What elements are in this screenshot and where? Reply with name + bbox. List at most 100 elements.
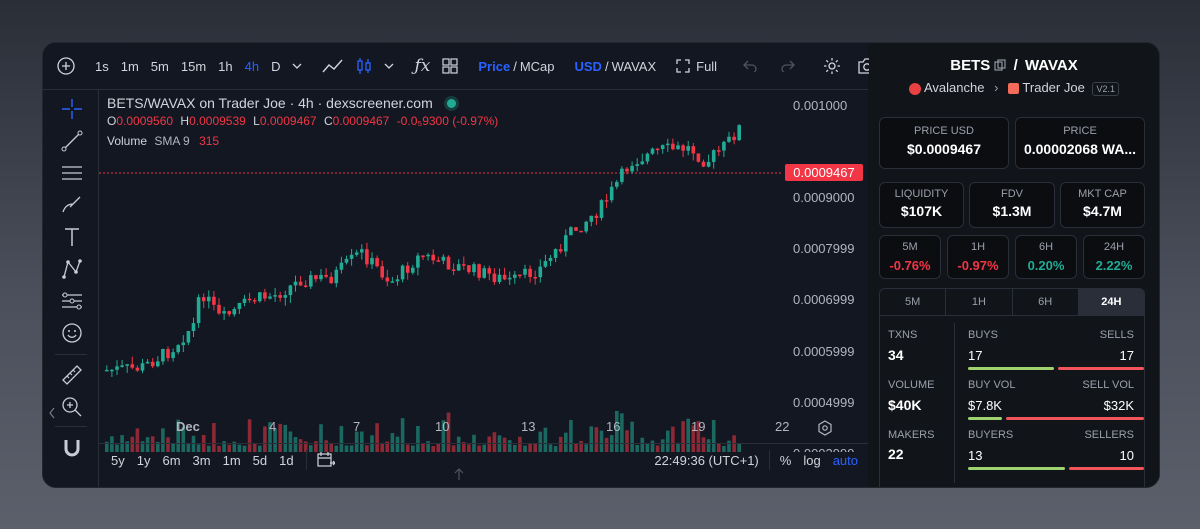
redo-icon[interactable] — [769, 43, 807, 89]
clock[interactable]: 22:49:36 (UTC+1) — [654, 453, 758, 468]
calendar-icon[interactable] — [316, 451, 336, 470]
time-axis[interactable]: Dec 4 7 10 13 16 19 22 — [99, 417, 789, 443]
candle — [105, 369, 109, 372]
price-axis[interactable]: 0.001000 0.0009000 0.0007999 0.0006999 0… — [783, 90, 868, 452]
sellers-label: SELLERS — [1084, 429, 1134, 441]
buy-vol-label: BUY VOL — [968, 379, 1016, 391]
candle — [227, 311, 231, 315]
range-5d[interactable]: 5d — [253, 453, 267, 468]
base-token[interactable]: BETS — [950, 57, 990, 74]
mktcap-card: MKT CAP $4.7M — [1060, 182, 1145, 228]
layouts-icon[interactable] — [436, 43, 464, 89]
horizontal-lines-icon[interactable] — [61, 162, 83, 184]
log-toggle[interactable]: log — [803, 453, 820, 468]
candle — [232, 308, 237, 315]
range-3m[interactable]: 3m — [193, 453, 211, 468]
time-tick: Dec — [176, 419, 200, 434]
candle — [727, 136, 731, 142]
candle — [620, 168, 624, 182]
candle — [523, 268, 527, 275]
time-tick: 22 — [775, 419, 790, 434]
price-usd-label: PRICE USD — [914, 125, 974, 137]
range-6m[interactable]: 6m — [162, 453, 180, 468]
tab-5m[interactable]: 5M — [880, 289, 947, 315]
current-price-badge: 0.0009467 — [785, 164, 863, 181]
candle — [492, 273, 497, 283]
trend-line-icon[interactable] — [61, 130, 83, 152]
resize-handle-icon[interactable] — [453, 467, 465, 486]
mktcap-value: $4.7M — [1083, 203, 1122, 219]
range-1y[interactable]: 1y — [137, 453, 151, 468]
undo-icon[interactable] — [731, 43, 769, 89]
candle — [615, 181, 619, 187]
candle — [507, 277, 512, 280]
dex-name[interactable]: Trader Joe — [1022, 80, 1084, 95]
interval-1m[interactable]: 1m — [115, 43, 145, 89]
interval-5m[interactable]: 5m — [145, 43, 175, 89]
pattern-icon[interactable] — [61, 258, 83, 280]
version-badge: V2.1 — [1092, 81, 1119, 96]
interval-1h[interactable]: 1h — [212, 43, 238, 89]
candle — [242, 298, 247, 303]
candle — [660, 145, 665, 150]
candle — [722, 141, 726, 151]
fdv-label: FDV — [1001, 188, 1023, 200]
wavax-option[interactable]: WAVAX — [612, 59, 657, 74]
price-option[interactable]: Price — [478, 59, 510, 74]
ohlc-legend: O0.0009560 H0.0009539 L0.0009467 C0.0009… — [107, 114, 498, 128]
currency-toggle[interactable]: USD / WAVAX — [569, 43, 663, 89]
candles-icon[interactable] — [350, 43, 378, 89]
interval-1s[interactable]: 1s — [89, 43, 115, 89]
add-symbol-icon[interactable] — [43, 43, 81, 89]
candle — [676, 145, 680, 150]
range-1d[interactable]: 1d — [279, 453, 293, 468]
candle — [380, 266, 384, 278]
ruler-icon[interactable] — [61, 364, 83, 386]
line-chart-icon[interactable] — [316, 43, 350, 89]
tab-6h[interactable]: 6H — [1013, 289, 1079, 315]
percent-toggle[interactable]: % — [780, 453, 792, 468]
candle — [309, 275, 313, 287]
liquidity-label: LIQUIDITY — [894, 188, 949, 200]
change-5m-card[interactable]: 5M -0.76% — [879, 235, 941, 279]
interval-15m[interactable]: 15m — [175, 43, 212, 89]
candle — [207, 296, 211, 302]
chevron-down-icon[interactable] — [286, 43, 308, 89]
magnet-icon[interactable] — [61, 437, 83, 459]
chain-name[interactable]: Avalanche — [924, 80, 984, 95]
crosshair-icon[interactable] — [61, 98, 83, 120]
change-1h-card[interactable]: 1H -0.97% — [947, 235, 1009, 279]
interval-d[interactable]: D — [265, 43, 286, 89]
range-5y[interactable]: 5y — [111, 453, 125, 468]
auto-toggle[interactable]: auto — [833, 453, 858, 468]
change-24h-card[interactable]: 24H 2.22% — [1083, 235, 1145, 279]
interval-4h[interactable]: 4h — [239, 43, 265, 89]
tab-24h[interactable]: 24H — [1078, 289, 1144, 315]
price-mcap-toggle[interactable]: Price / MCap — [472, 43, 560, 89]
mcap-option[interactable]: MCap — [520, 59, 555, 74]
fullscreen-button[interactable]: Full — [670, 43, 723, 89]
indicators-icon[interactable]: ƒx — [408, 43, 436, 89]
candle — [579, 230, 583, 233]
collapse-toolbar-icon[interactable] — [47, 406, 57, 420]
gear-icon[interactable] — [815, 43, 849, 89]
low-value: 0.0009467 — [259, 114, 317, 128]
tab-1h[interactable]: 1H — [946, 289, 1013, 315]
divider — [954, 323, 955, 483]
candle — [472, 264, 476, 273]
candle — [273, 295, 277, 297]
usd-option[interactable]: USD — [575, 59, 602, 74]
brush-icon[interactable] — [61, 194, 83, 216]
timeframe-tabs: 5M 1H 6H 24H — [879, 288, 1145, 316]
text-tool-icon[interactable] — [61, 226, 83, 248]
chevron-down-icon[interactable] — [378, 43, 400, 89]
copy-icon[interactable] — [994, 58, 1006, 75]
buy-vol-bar — [968, 417, 1002, 420]
range-1m[interactable]: 1m — [223, 453, 241, 468]
fib-icon[interactable] — [61, 290, 83, 312]
zoom-in-icon[interactable] — [61, 396, 83, 418]
change-6h-card[interactable]: 6H 0.20% — [1015, 235, 1077, 279]
candle — [604, 200, 609, 202]
chart-settings-icon[interactable] — [817, 420, 833, 441]
emoji-icon[interactable] — [61, 322, 83, 344]
